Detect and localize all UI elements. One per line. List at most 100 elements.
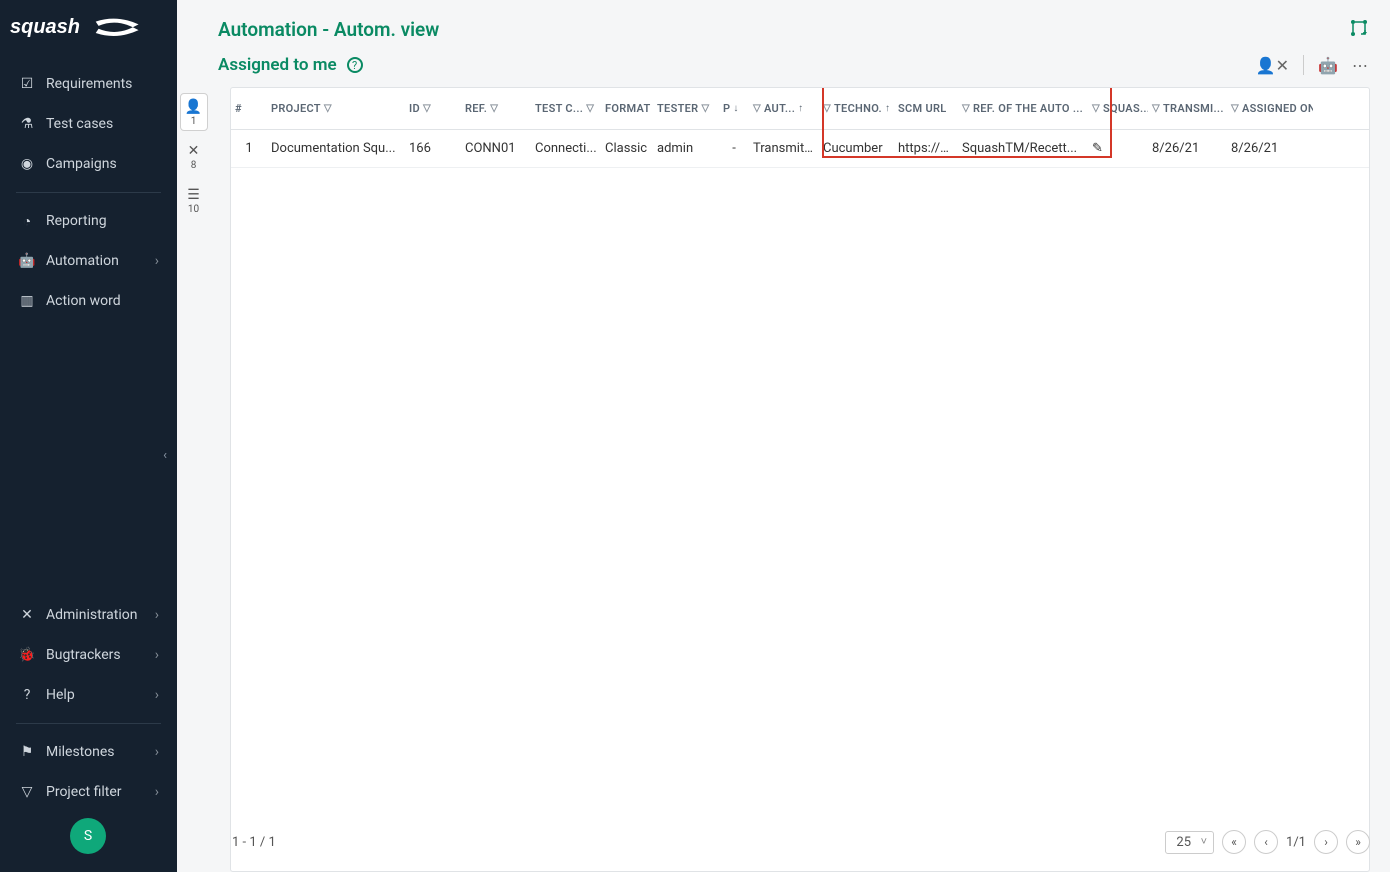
filter-icon[interactable]: ▽ bbox=[1092, 103, 1100, 114]
filter-icon[interactable]: ▽ bbox=[962, 103, 970, 114]
nav-bugtrackers[interactable]: 🐞 Bugtrackers › bbox=[0, 635, 177, 675]
th-scm-url[interactable]: SCM URL bbox=[894, 102, 958, 115]
nav-milestones[interactable]: ⚑ Milestones › bbox=[0, 732, 177, 772]
robot-action-icon[interactable]: 🤖 bbox=[1318, 56, 1338, 75]
nav-test-cases[interactable]: ⚗Test cases bbox=[0, 104, 177, 144]
nav-campaigns[interactable]: ◉ Campaigns bbox=[0, 144, 177, 184]
th-aut[interactable]: ▽AUT...↑ bbox=[749, 102, 819, 115]
cell-transmitted: 8/26/21 bbox=[1148, 141, 1227, 156]
bug-icon: 🐞 bbox=[18, 646, 36, 664]
chevron-right-icon: › bbox=[155, 647, 159, 663]
nav-administration[interactable]: ✕Administration› bbox=[0, 595, 177, 635]
rail-item-3[interactable]: ☰10 bbox=[180, 181, 208, 219]
nav-label: Milestones bbox=[46, 744, 115, 760]
nav-automation[interactable]: 🤖 Automation › bbox=[0, 241, 177, 281]
play-circle-icon: ◉ bbox=[18, 155, 36, 173]
nav-reporting[interactable]: ◔Reporting bbox=[0, 201, 177, 241]
secondary-rail: 👤1 ✕8 ☰10 bbox=[177, 85, 210, 219]
nav-label: Automation bbox=[46, 253, 119, 269]
sort-asc-icon: ↑ bbox=[885, 103, 890, 114]
th-num[interactable]: # bbox=[231, 102, 267, 115]
pager-last-button[interactable]: » bbox=[1346, 830, 1370, 854]
table-row[interactable]: 1 Documentation Squ... 166 CONN01 Connec… bbox=[231, 130, 1369, 168]
filter-icon[interactable]: ▽ bbox=[753, 103, 761, 114]
cell-techno: Cucumber bbox=[819, 141, 894, 156]
th-assigned-on[interactable]: ▽ASSIGNED ON bbox=[1227, 102, 1313, 115]
squash-logo-icon: squash bbox=[10, 14, 160, 42]
app-logo: squash bbox=[0, 0, 177, 58]
cell-ref: CONN01 bbox=[461, 141, 531, 156]
th-id[interactable]: ID▽ bbox=[405, 102, 461, 115]
robot-icon: 🤖 bbox=[18, 252, 36, 270]
filter-icon: ▽ bbox=[18, 783, 36, 801]
svg-text:squash: squash bbox=[10, 16, 80, 38]
filter-icon[interactable]: ▽ bbox=[1152, 103, 1160, 114]
rail-assigned-to-me[interactable]: 👤1 bbox=[180, 93, 208, 131]
filter-icon[interactable]: ▽ bbox=[423, 103, 431, 114]
flag-icon: ⚑ bbox=[18, 743, 36, 761]
user-avatar[interactable]: S bbox=[70, 818, 106, 854]
pager-prev-button[interactable]: ‹ bbox=[1254, 830, 1278, 854]
sort-asc-icon: ↑ bbox=[798, 103, 803, 114]
th-priority[interactable]: P↓ bbox=[719, 102, 749, 115]
cell-aut: Transmitt... bbox=[749, 141, 819, 156]
cell-tester: admin bbox=[653, 141, 719, 156]
th-format[interactable]: FORMAT bbox=[601, 102, 653, 115]
unassign-icon[interactable]: 👤✕ bbox=[1256, 56, 1289, 75]
nav-label: Action word bbox=[46, 293, 121, 309]
th-tester[interactable]: TESTER▽ bbox=[653, 102, 719, 115]
th-squas[interactable]: ▽SQUAS... bbox=[1088, 102, 1148, 115]
sidebar-collapse-icon[interactable]: ‹ bbox=[163, 448, 167, 463]
filter-icon[interactable]: ▽ bbox=[701, 103, 709, 114]
nav-label: Bugtrackers bbox=[46, 647, 121, 663]
nav-action-word[interactable]: ▥Action word bbox=[0, 281, 177, 321]
help-icon[interactable]: ? bbox=[347, 57, 363, 73]
filter-icon[interactable]: ▽ bbox=[586, 103, 594, 114]
th-testcase[interactable]: TEST C...▽ bbox=[531, 102, 601, 115]
rail-count: 1 bbox=[191, 116, 197, 127]
sort-desc-icon: ↓ bbox=[733, 103, 738, 114]
tree-toggle-icon[interactable] bbox=[1350, 19, 1368, 41]
check-square-icon: ☑ bbox=[18, 75, 36, 93]
rail-count: 8 bbox=[191, 160, 197, 171]
th-transmitted[interactable]: ▽TRANSMI... bbox=[1148, 102, 1227, 115]
chevron-right-icon: › bbox=[155, 744, 159, 760]
nav-label: Project filter bbox=[46, 784, 122, 800]
chevron-right-icon: › bbox=[155, 687, 159, 703]
cell-priority: - bbox=[719, 141, 749, 156]
chevron-right-icon: › bbox=[155, 253, 159, 269]
page-title: Automation - Autom. view bbox=[218, 18, 439, 41]
th-techno[interactable]: ▽TECHNO.↑ bbox=[819, 102, 894, 115]
pager-indicator: 1/1 bbox=[1286, 835, 1306, 850]
chevron-right-icon: › bbox=[155, 784, 159, 800]
nav-help[interactable]: ? Help › bbox=[0, 675, 177, 715]
cell-ref-auto: SquashTM/Recett... bbox=[958, 141, 1088, 156]
nav-requirements[interactable]: ☑Requirements bbox=[0, 64, 177, 104]
pager-bar: 1 - 1 / 1 25 « ‹ 1/1 › » bbox=[232, 830, 1370, 854]
filter-icon[interactable]: ▽ bbox=[324, 103, 332, 114]
person-assign-icon: 👤 bbox=[185, 99, 202, 115]
more-menu-icon[interactable]: ⋯ bbox=[1352, 56, 1368, 75]
th-ref[interactable]: REF.▽ bbox=[461, 102, 531, 115]
th-ref-auto[interactable]: ▽REF. OF THE AUTO ... bbox=[958, 102, 1088, 115]
question-circle-icon: ? bbox=[18, 686, 36, 704]
chart-pie-icon: ◔ bbox=[18, 212, 36, 230]
page-size-select[interactable]: 25 bbox=[1165, 831, 1214, 854]
nav-project-filter[interactable]: ▽ Project filter › bbox=[0, 772, 177, 812]
filter-icon[interactable]: ▽ bbox=[823, 103, 831, 114]
pager-next-button[interactable]: › bbox=[1314, 830, 1338, 854]
person-x-icon: ✕ bbox=[188, 143, 200, 159]
filter-icon[interactable]: ▽ bbox=[1231, 103, 1239, 114]
nav-label: Help bbox=[46, 687, 75, 703]
tools-icon: ✕ bbox=[18, 606, 36, 624]
nav-label: Campaigns bbox=[46, 156, 117, 172]
data-table: # PROJECT▽ ID▽ REF.▽ TEST C...▽ FORMAT T… bbox=[230, 87, 1370, 872]
filter-icon[interactable]: ▽ bbox=[490, 103, 498, 114]
divider bbox=[1303, 55, 1304, 75]
th-project[interactable]: PROJECT▽ bbox=[267, 102, 405, 115]
list-icon: ☰ bbox=[187, 187, 200, 203]
pager-first-button[interactable]: « bbox=[1222, 830, 1246, 854]
rail-count: 10 bbox=[188, 204, 199, 215]
rail-item-2[interactable]: ✕8 bbox=[180, 137, 208, 175]
cell-edit[interactable]: ✎ bbox=[1088, 141, 1148, 156]
